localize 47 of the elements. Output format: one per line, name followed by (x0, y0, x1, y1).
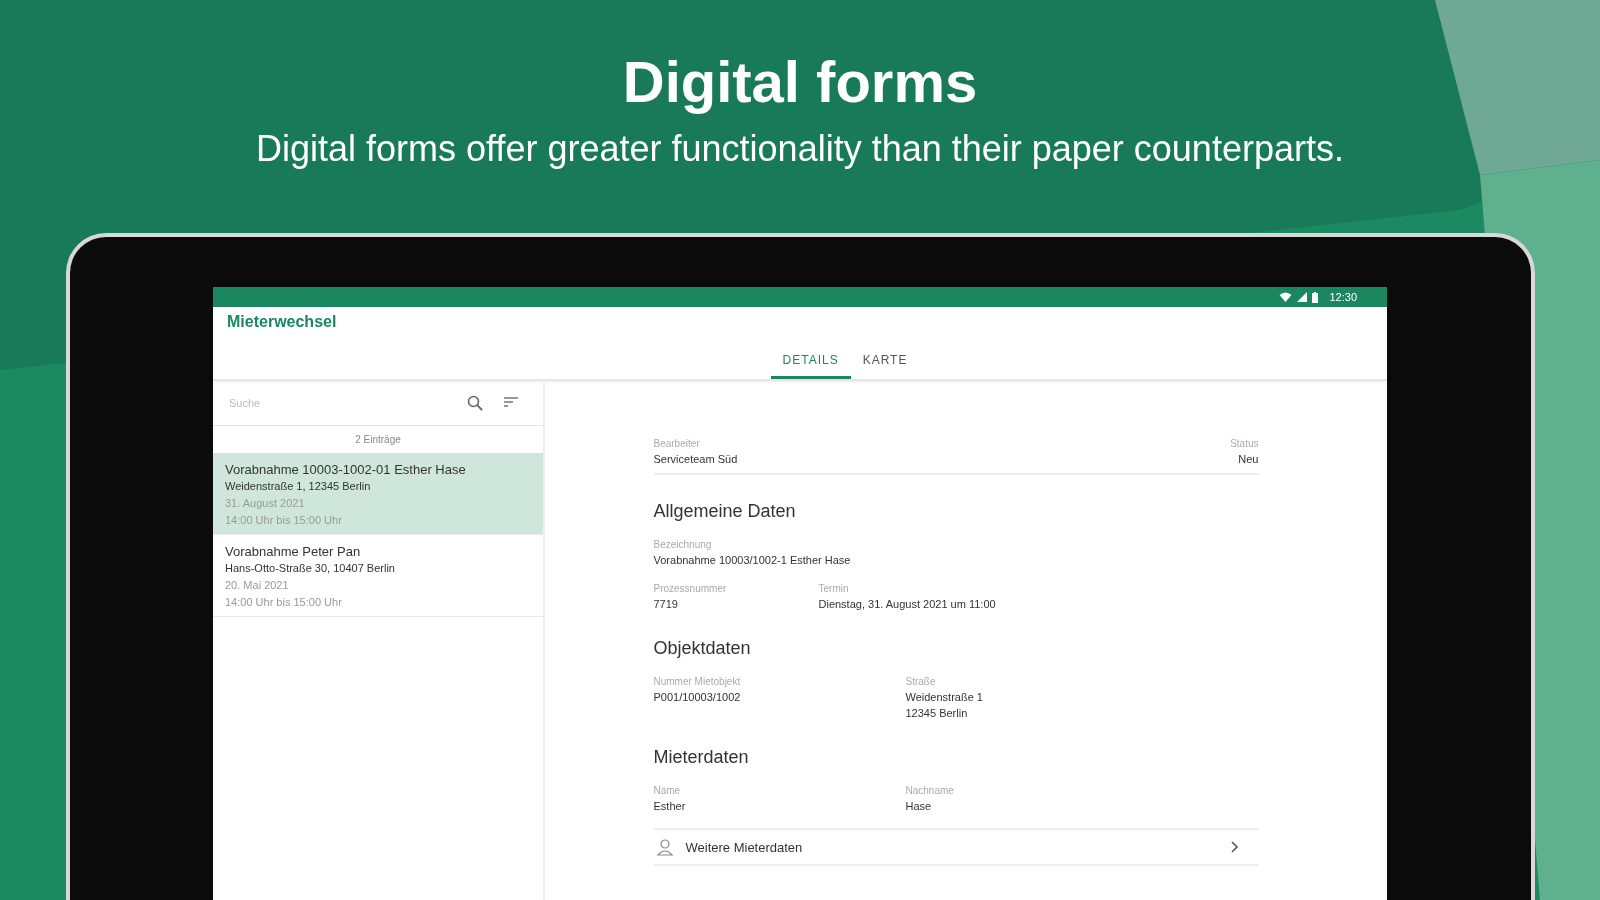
item-date: 20. Mai 2021 (225, 578, 290, 593)
item-time: 14:00 Uhr bis 15:00 Uhr (225, 595, 343, 610)
app-title: Mieterwechsel (226, 312, 338, 332)
headline: Digital forms (621, 48, 979, 116)
field-value: P001/10003/1002 (653, 690, 741, 705)
chevron-right-icon (1230, 841, 1239, 853)
wifi-icon (1279, 292, 1293, 302)
field-label: Name (653, 784, 681, 798)
status-time: 12:30 (1329, 291, 1357, 303)
battery-icon (1312, 291, 1319, 303)
list-item[interactable]: Vorabnahme 10003-1002-01 Esther Hase Weidenstraße 1, 12345 Berlin 31. August 2021 14:00 Uhr bis 15:00 Uhr (213, 453, 543, 535)
field-label: Bezeichnung (653, 538, 712, 552)
item-date: 31. August 2021 (225, 496, 306, 511)
tab[interactable]: DETAILS (770, 345, 851, 379)
section-title: Mieterdaten (653, 747, 750, 768)
more-tenant-data-row[interactable]: Weitere Mieterdaten (653, 828, 1259, 866)
list-item[interactable]: Vorabnahme Peter Pan Hans-Otto-Straße 30, 10407 Berlin 20. Mai 2021 14:00 Uhr bis 15:00 Uhr (213, 535, 543, 617)
field-label: Bearbeiter (653, 437, 700, 451)
search-icon[interactable] (467, 395, 483, 411)
field-label: Prozessnummer (653, 582, 727, 596)
field-value: Neu (1238, 452, 1259, 467)
item-title: Vorabnahme 10003-1002-01 Esther Hase (225, 461, 467, 478)
item-address: Weidenstraße 1, 12345 Berlin (225, 479, 372, 494)
entry-count: 2 Einträge (355, 433, 401, 447)
section-title: Allgemeine Daten (653, 501, 797, 522)
item-title: Vorabnahme Peter Pan (225, 543, 362, 560)
field-label: Status (1230, 437, 1259, 451)
field-label: Termin (818, 582, 849, 596)
field-label: Nummer Mietobjekt (653, 675, 741, 689)
field-value: Esther (653, 799, 686, 814)
tab[interactable]: KARTE (850, 345, 920, 379)
subheadline: Digital forms offer greater functionality than their paper counterparts. (255, 128, 1345, 170)
sort-icon[interactable] (503, 396, 519, 410)
field-value: Serviceteam Süd (653, 452, 738, 467)
field-value: 7719 (653, 597, 678, 612)
signal-icon (1297, 292, 1308, 302)
item-time: 14:00 Uhr bis 15:00 Uhr (225, 513, 343, 528)
field-value: Vorabnahme 10003/1002-1 Esther Hase (653, 553, 851, 568)
field-value: Hase (905, 799, 932, 814)
field-label: Straße (905, 675, 936, 689)
person-icon (655, 838, 674, 856)
field-value: Weidenstraße 1 12345 Berlin (905, 690, 983, 721)
link-label: Weitere Mieterdaten (685, 839, 803, 855)
field-label: Nachname (905, 784, 954, 798)
section-title: Objektdaten (653, 638, 752, 659)
item-address: Hans-Otto-Straße 30, 10407 Berlin (225, 561, 396, 576)
field-value: Dienstag, 31. August 2021 um 11:00 (818, 597, 996, 612)
